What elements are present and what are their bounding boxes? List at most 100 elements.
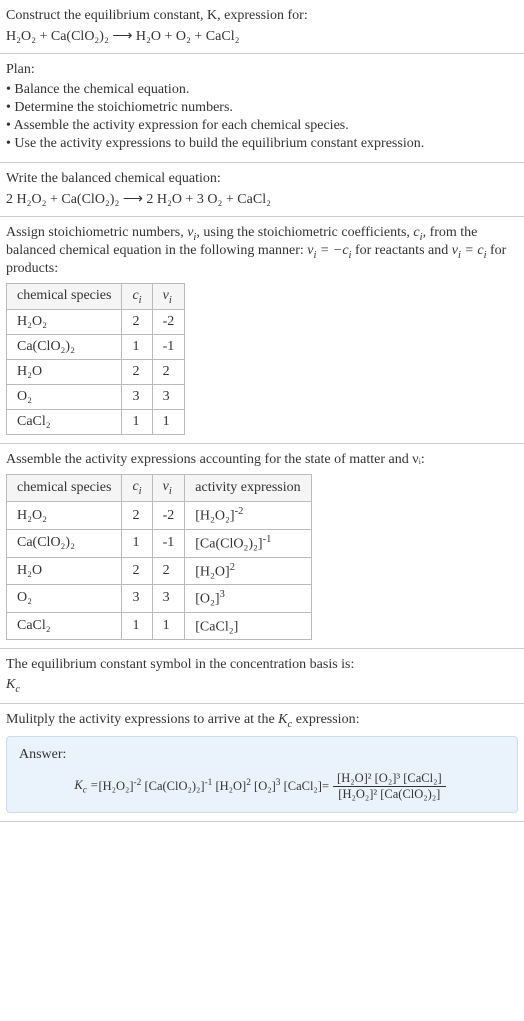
cell: 2 <box>152 557 185 585</box>
answer-box: Answer: Kc = [H₂O₂]-2 [Ca(ClO₂)₂]-1 [H₂O… <box>6 736 518 813</box>
activity-table: chemical species ci νi activity expressi… <box>6 474 312 640</box>
c-symbol: ci <box>413 225 422 240</box>
base: [H₂O] <box>215 780 246 794</box>
equals: = <box>322 779 329 794</box>
equation-unbalanced: H₂O₂ + Ca(ClO₂)₂ ⟶ H₂O + O₂ + CaCl₂ <box>6 28 518 45</box>
base: [Ca(ClO₂)₂] <box>144 780 204 794</box>
base: [O₂] <box>254 780 276 794</box>
nu-eq-c: νi = ci <box>452 243 487 258</box>
text: , using the stoichiometric coefficients, <box>196 225 413 240</box>
equation-balanced: 2 H₂O₂ + Ca(ClO₂)₂ ⟶ 2 H₂O + 3 O₂ + CaCl… <box>6 191 518 208</box>
text: Assign stoichiometric numbers, <box>6 225 187 240</box>
col-activity: activity expression <box>185 475 311 502</box>
table-row: O₂33[O₂]3 <box>7 585 312 613</box>
section-symbol: The equilibrium constant symbol in the c… <box>0 649 524 704</box>
col-ci: ci <box>122 283 152 310</box>
cell: H₂O₂ <box>7 310 122 335</box>
cell: H₂O <box>7 557 122 585</box>
section-multiply: Mulitply the activity expressions to arr… <box>0 704 524 822</box>
kc-lhs: Kc = <box>74 778 98 796</box>
cell: CaCl₂ <box>7 410 122 435</box>
section-construct: Construct the equilibrium constant, K, e… <box>0 0 524 54</box>
table-row: H₂O22 <box>7 360 185 385</box>
cell: 1 <box>122 529 152 557</box>
cell: 2 <box>152 360 185 385</box>
table-row: Ca(ClO₂)₂1-1 <box>7 335 185 360</box>
stoich-table: chemical species ci νi H₂O₂2-2 Ca(ClO₂)₂… <box>6 283 185 436</box>
base: [H₂O] <box>195 564 229 579</box>
prompt-multiply: Mulitply the activity expressions to arr… <box>6 712 518 730</box>
term: [Ca(ClO₂)₂]-1 <box>144 778 212 794</box>
col-nui: νi <box>152 475 185 502</box>
cell: 1 <box>122 612 152 640</box>
fraction: [H₂O]² [O₂]³ [CaCl₂] [H₂O₂]² [Ca(ClO₂)₂] <box>333 771 446 802</box>
plan-item: • Determine the stoichiometric numbers. <box>6 100 518 116</box>
table-row: CaCl₂11[CaCl₂] <box>7 612 312 640</box>
base: [H₂O₂] <box>98 780 133 794</box>
cell: 2 <box>122 310 152 335</box>
table-row: H₂O22[H₂O]2 <box>7 557 312 585</box>
cell: 3 <box>122 585 152 613</box>
plan-list: • Balance the chemical equation. • Deter… <box>6 82 518 152</box>
table-header-row: chemical species ci νi <box>7 283 185 310</box>
kc-expression: Kc = [H₂O₂]-2 [Ca(ClO₂)₂]-1 [H₂O]2 [O₂]3… <box>19 771 505 802</box>
term: [H₂O₂]-2 <box>98 778 141 794</box>
prompt-construct: Construct the equilibrium constant, K, e… <box>6 8 518 24</box>
prompt-stoich: Assign stoichiometric numbers, νi, using… <box>6 225 518 277</box>
section-stoich: Assign stoichiometric numbers, νi, using… <box>0 217 524 444</box>
cell: 2 <box>122 557 152 585</box>
cell: H₂O <box>7 360 122 385</box>
cell: Ca(ClO₂)₂ <box>7 335 122 360</box>
nu-symbol: νi <box>187 225 196 240</box>
term: [CaCl₂] <box>284 779 322 794</box>
cell: 1 <box>122 410 152 435</box>
section-plan: Plan: • Balance the chemical equation. •… <box>0 54 524 163</box>
cell: 1 <box>152 612 185 640</box>
prompt-balanced: Write the balanced chemical equation: <box>6 171 518 187</box>
col-species: chemical species <box>7 283 122 310</box>
cell: O₂ <box>7 585 122 613</box>
cell: [Ca(ClO₂)₂]-1 <box>185 529 311 557</box>
col-species: chemical species <box>7 475 122 502</box>
prompt-text: Construct the equilibrium constant, K, e… <box>6 8 308 23</box>
cell: CaCl₂ <box>7 612 122 640</box>
answer-label: Answer: <box>19 747 505 763</box>
cell: O₂ <box>7 385 122 410</box>
cell: -2 <box>152 502 185 530</box>
cell: 3 <box>122 385 152 410</box>
cell: [CaCl₂] <box>185 612 311 640</box>
plan-item: • Balance the chemical equation. <box>6 82 518 98</box>
exp: -2 <box>235 506 244 517</box>
base: [CaCl₂] <box>284 779 322 793</box>
plan-item: • Assemble the activity expression for e… <box>6 118 518 134</box>
table-row: Ca(ClO₂)₂1-1[Ca(ClO₂)₂]-1 <box>7 529 312 557</box>
cell: 2 <box>122 360 152 385</box>
plan-title: Plan: <box>6 62 518 78</box>
table-row: CaCl₂11 <box>7 410 185 435</box>
cell: 2 <box>122 502 152 530</box>
plan-item: • Use the activity expressions to build … <box>6 136 518 152</box>
section-balanced: Write the balanced chemical equation: 2 … <box>0 163 524 217</box>
cell: -2 <box>152 310 185 335</box>
cell: 1 <box>122 335 152 360</box>
cell: -1 <box>152 335 185 360</box>
denominator: [H₂O₂]² [Ca(ClO₂)₂] <box>333 787 446 802</box>
base: [Ca(ClO₂)₂] <box>195 537 262 552</box>
cell: 3 <box>152 385 185 410</box>
kc-symbol: Kc <box>6 677 518 695</box>
term: [O₂]3 <box>254 778 280 794</box>
cell: 1 <box>152 410 185 435</box>
cell: [H₂O]2 <box>185 557 311 585</box>
cell: -1 <box>152 529 185 557</box>
cell: H₂O₂ <box>7 502 122 530</box>
numerator: [H₂O]² [O₂]³ [CaCl₂] <box>333 771 446 787</box>
exp: 2 <box>246 778 251 788</box>
cell: Ca(ClO₂)₂ <box>7 529 122 557</box>
table-row: H₂O₂2-2 <box>7 310 185 335</box>
table-row: O₂33 <box>7 385 185 410</box>
table-row: H₂O₂2-2[H₂O₂]-2 <box>7 502 312 530</box>
table-header-row: chemical species ci νi activity expressi… <box>7 475 312 502</box>
cell: 3 <box>152 585 185 613</box>
text: for reactants and <box>351 243 451 258</box>
exp: 2 <box>230 562 235 573</box>
